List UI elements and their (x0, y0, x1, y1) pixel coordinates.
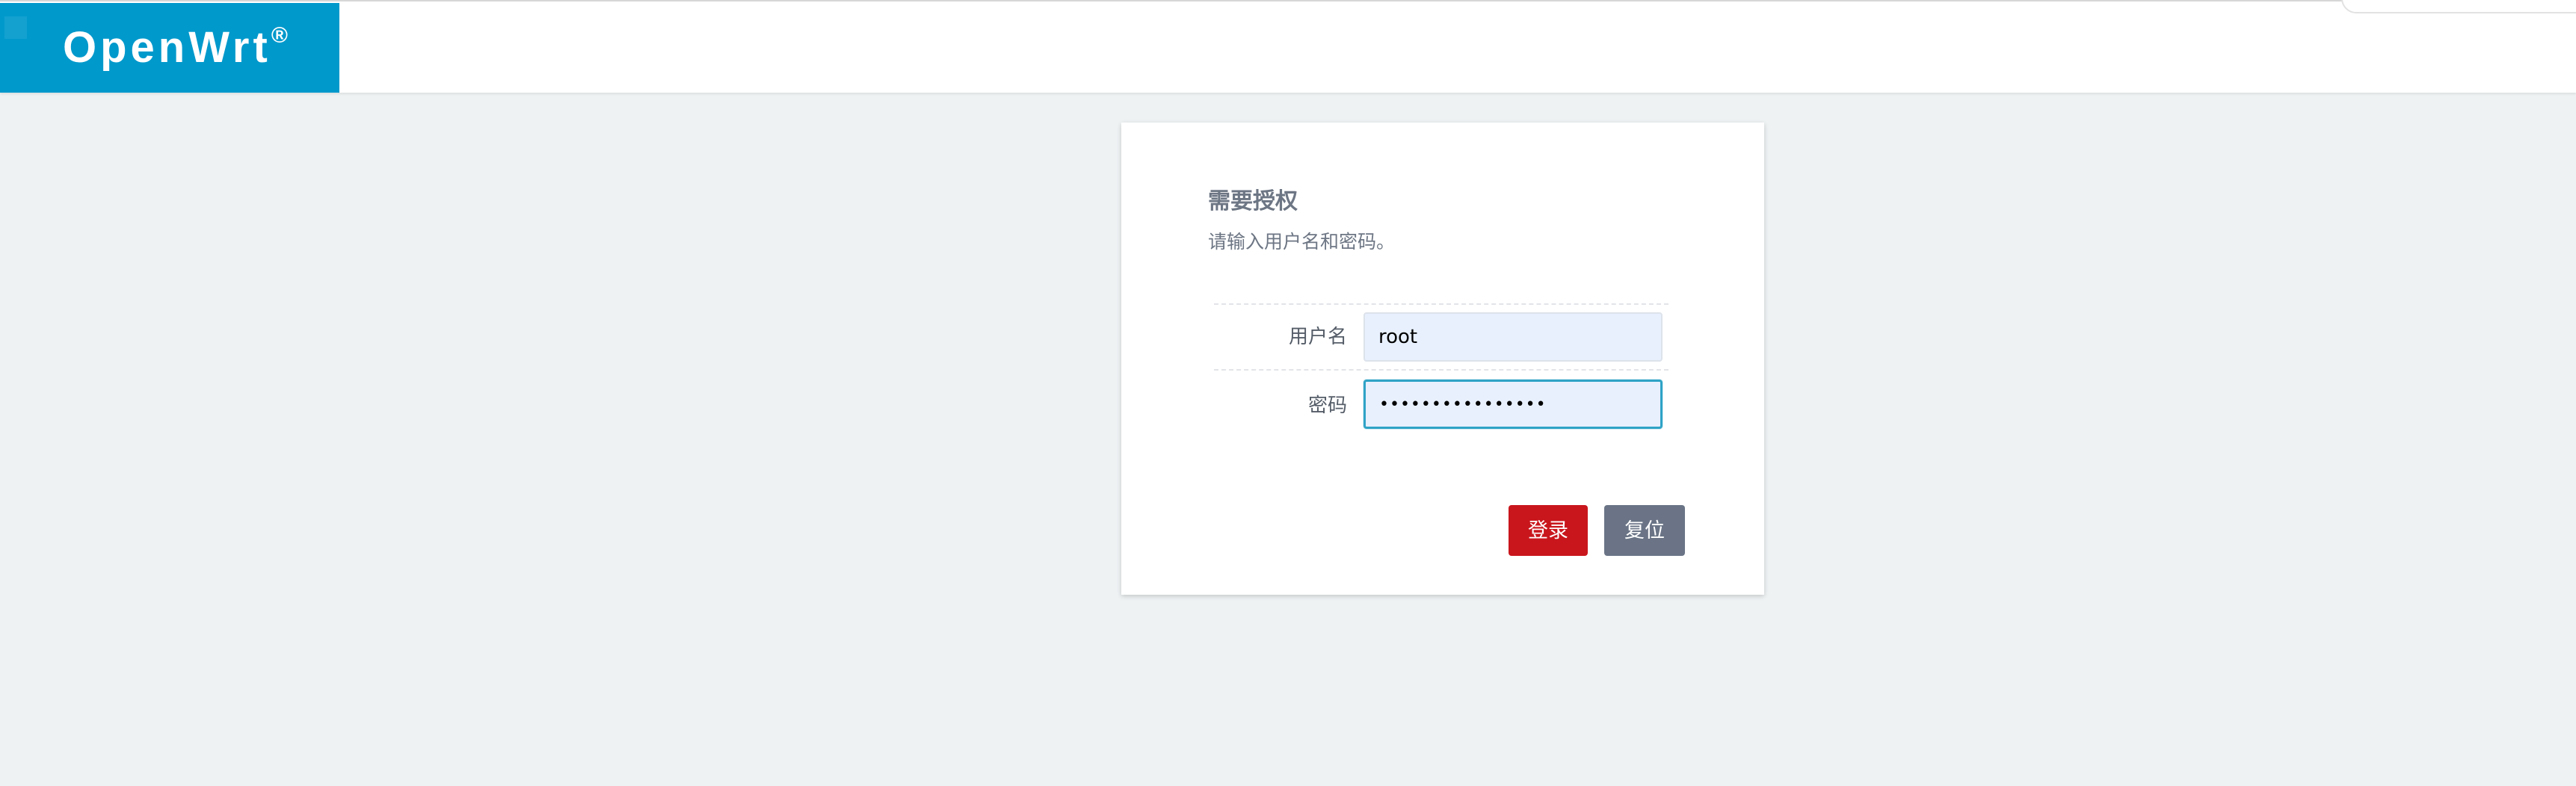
reset-button[interactable]: 复位 (1604, 505, 1685, 556)
login-card: 需要授权 请输入用户名和密码。 用户名 root 密码 ••••••••••••… (1121, 123, 1764, 595)
username-field[interactable]: root (1364, 312, 1663, 362)
username-label: 用户名 (1288, 326, 1347, 348)
auth-title: 需要授权 (1208, 188, 1298, 214)
auth-subtitle: 请输入用户名和密码。 (1208, 231, 1396, 253)
openwrt-logo[interactable]: OpenWrt® (0, 3, 339, 93)
brand-name: OpenWrt (63, 23, 271, 72)
top-right-popup-edge (2341, 0, 2576, 13)
top-header: OpenWrt® (0, 0, 2576, 93)
registered-mark: ® (271, 23, 288, 48)
password-label: 密码 (1307, 394, 1347, 417)
login-button[interactable]: 登录 (1509, 505, 1588, 556)
corner-square-decoration (4, 16, 27, 39)
password-field[interactable]: •••••••••••••••• (1364, 380, 1663, 429)
divider-top (1214, 303, 1668, 305)
divider-middle (1214, 369, 1668, 371)
